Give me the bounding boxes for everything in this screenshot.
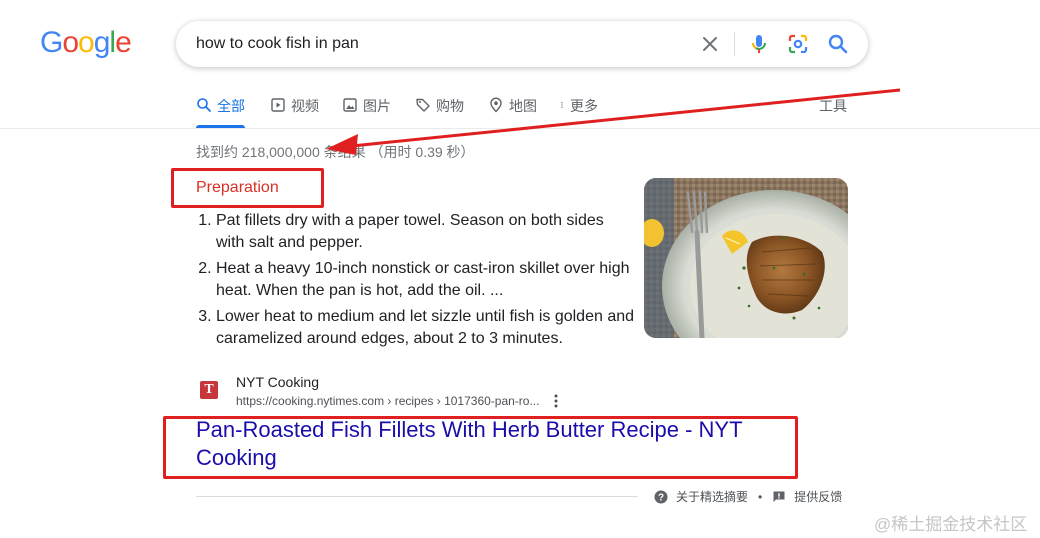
site-name[interactable]: NYT Cooking [236,374,319,390]
logo-letter: g [93,26,111,59]
tab-shopping[interactable]: 购物 [415,96,464,128]
tab-maps[interactable]: 地图 [488,96,537,128]
svg-text:?: ? [658,492,664,503]
tab-more[interactable]: 更多 [560,96,598,128]
search-tabs: 全部 视频 图片 购物 地图 更多 工具 [196,96,856,128]
tools-button[interactable]: 工具 [819,96,847,128]
search-box [176,21,868,67]
logo-letter: o [78,26,95,59]
tools-label: 工具 [819,98,847,114]
snippet-footer: ? 关于精选摘要 • 提供反馈 [654,488,842,505]
tab-images[interactable]: 图片 [342,96,391,128]
help-icon: ? [654,490,668,503]
snippet-step: Pat fillets dry with a paper towel. Seas… [216,210,636,254]
tab-label: 更多 [570,98,598,114]
tab-all[interactable]: 全部 [196,96,245,128]
nyt-favicon: T [200,381,218,399]
more-vert-icon [561,102,563,108]
watermark: @稀土掘金技术社区 [874,515,1028,534]
separator-dot: • [758,489,763,504]
more-vert-icon[interactable] [548,392,564,410]
mic-icon[interactable] [747,32,771,56]
site-url[interactable]: https://cooking.nytimes.com › recipes › … [236,394,539,408]
tag-icon [416,98,430,112]
tab-label: 全部 [217,98,245,114]
annotation-box-heading [171,168,324,208]
search-box-divider [734,32,735,56]
feedback-link[interactable]: 提供反馈 [794,488,842,505]
fish-fillet-plate-image[interactable] [644,178,848,338]
map-pin-icon [490,97,502,113]
search-results-page: Google how to cook fish in pan 全部 视频 图片 … [0,0,1040,538]
header-divider [0,128,1040,129]
snippet-step: Lower heat to medium and let sizzle unti… [216,306,636,350]
tab-label: 购物 [436,98,464,114]
tab-label: 地图 [509,98,537,114]
google-logo[interactable]: Google [40,26,132,59]
search-icon[interactable] [826,32,850,56]
feedback-icon [773,491,785,502]
logo-letter: o [62,26,79,59]
result-stats: 找到约 218,000,000 条结果 （用时 0.39 秒） [196,144,475,160]
snippet-divider [196,496,638,497]
clear-icon[interactable] [698,32,722,56]
tab-label: 图片 [363,98,391,114]
video-icon [271,98,285,112]
image-icon [343,98,357,112]
tab-label: 视频 [291,98,319,114]
snippet-steps: Pat fillets dry with a paper towel. Seas… [196,210,636,354]
search-input[interactable] [196,33,676,55]
search-icon [197,98,211,112]
logo-letter: G [40,26,63,59]
lens-icon[interactable] [786,32,810,56]
tab-videos[interactable]: 视频 [270,96,319,128]
about-snippets-link[interactable]: 关于精选摘要 [676,488,748,505]
logo-letter: e [115,26,132,59]
snippet-step: Heat a heavy 10-inch nonstick or cast-ir… [216,258,636,302]
annotation-box-title [163,416,798,479]
